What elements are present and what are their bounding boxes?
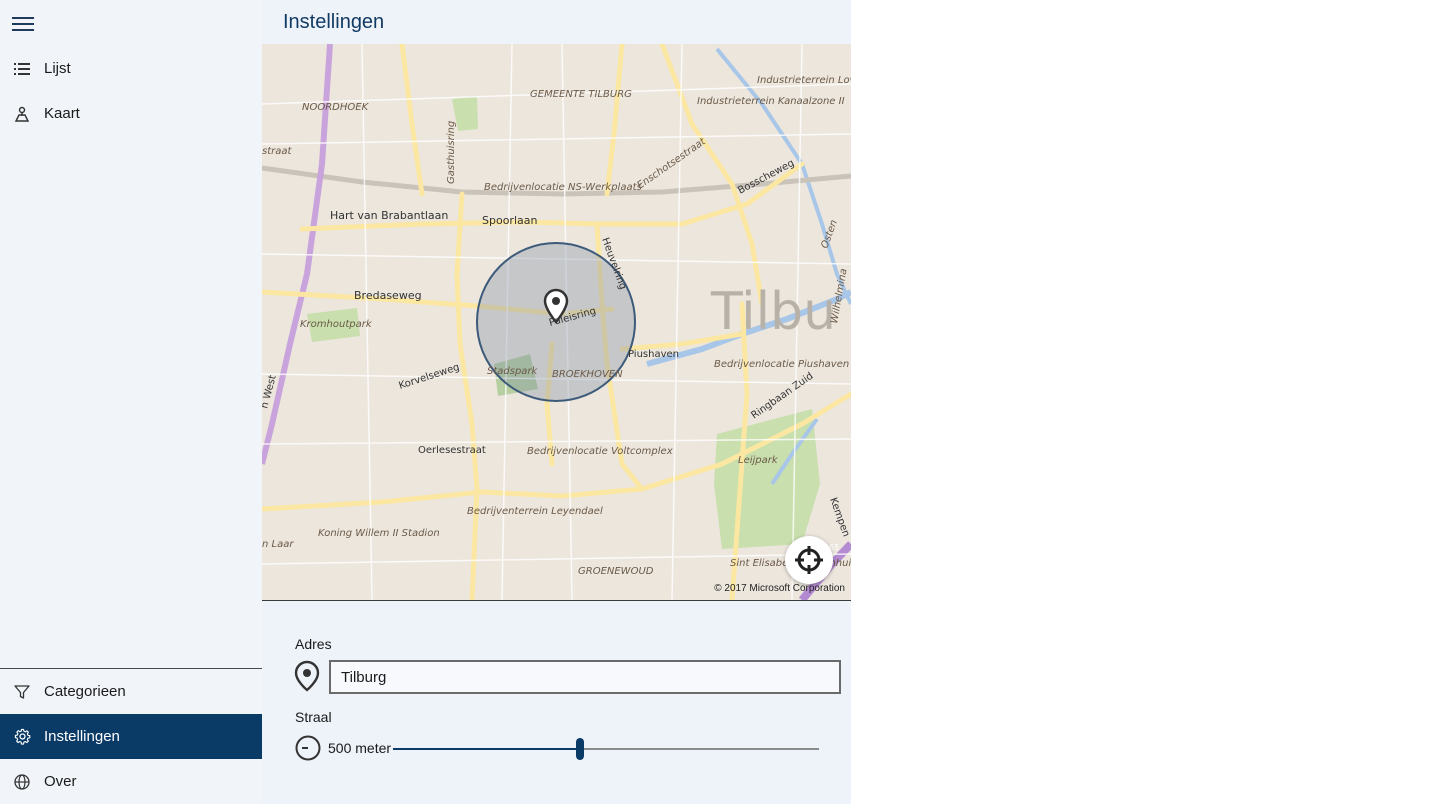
radius-dial-icon xyxy=(295,735,321,761)
map-view[interactable]: NOORDHOEK GEMEENTE TILBURG Industrieterr… xyxy=(262,44,851,600)
map-label: Tilbu xyxy=(710,282,836,342)
hamburger-icon[interactable] xyxy=(12,14,34,34)
map-label: Industrieterrein Love xyxy=(757,75,851,86)
slider-thumb[interactable] xyxy=(576,738,585,760)
radius-label: Straal xyxy=(295,709,332,725)
nav-item-lijst[interactable]: Lijst xyxy=(0,46,262,91)
page-title: Instellingen xyxy=(283,11,385,33)
list-icon xyxy=(0,62,44,75)
map-label: Bedrijventerrein Leyendael xyxy=(467,506,603,517)
settings-page: Instellingen NOORDHOEK GEMEENTE TILBURG … xyxy=(262,0,851,804)
map-label: straat xyxy=(262,146,292,157)
nav-item-categorieen[interactable]: Categorieen xyxy=(0,669,262,714)
map-label: BROEKHOVEN xyxy=(552,369,623,380)
address-label: Adres xyxy=(295,636,332,652)
nav-item-instellingen[interactable]: Instellingen xyxy=(0,714,262,759)
map-label: NOORDHOEK xyxy=(302,102,370,113)
map-divider xyxy=(262,600,851,601)
nav-item-kaart[interactable]: Kaart xyxy=(0,91,262,136)
map-label: Industrieterrein Kanaalzone II xyxy=(697,96,845,107)
map-label: Kromhoutpark xyxy=(300,319,373,330)
nav-item-label: Instellingen xyxy=(44,728,120,745)
map-label: Oerlesestraat xyxy=(418,445,486,456)
radius-value: 500 meter xyxy=(328,740,392,756)
address-input[interactable] xyxy=(329,660,841,694)
gear-icon xyxy=(0,728,44,745)
map-icon xyxy=(0,106,44,122)
slider-fill xyxy=(393,748,581,750)
map-label: GEMEENTE TILBURG xyxy=(530,89,632,100)
filter-icon xyxy=(0,684,44,700)
navigation-pane: Lijst Kaart Categorieen Instellingen Ove… xyxy=(0,0,262,804)
map-label: Gasthuisring xyxy=(446,121,457,184)
nav-item-label: Kaart xyxy=(44,105,80,122)
nav-item-over[interactable]: Over xyxy=(0,759,262,804)
map-label: Stadspark xyxy=(487,366,539,377)
nav-item-label: Lijst xyxy=(44,60,71,77)
location-pin-icon xyxy=(294,660,320,692)
nav-item-label: Categorieen xyxy=(44,683,126,700)
map-label: Bedrijvenlocatie Voltcomplex xyxy=(527,446,673,457)
map-label: n Laar xyxy=(262,539,294,550)
crosshair-icon xyxy=(795,546,823,574)
nav-item-label: Over xyxy=(44,773,77,790)
globe-icon xyxy=(0,773,44,790)
locate-me-button[interactable] xyxy=(785,536,833,584)
map-canvas: NOORDHOEK GEMEENTE TILBURG Industrieterr… xyxy=(262,44,851,600)
map-label: Spoorlaan xyxy=(482,214,537,227)
map-label: Piushaven xyxy=(628,349,679,360)
map-label: GROENEWOUD xyxy=(578,566,654,577)
map-label: Bedrijvenlocatie NS-Werkplaats xyxy=(484,182,642,193)
map-label: Bredaseweg xyxy=(354,289,422,302)
map-label: Hart van Brabantlaan xyxy=(330,209,448,222)
map-copyright: © 2017 Microsoft Corporation xyxy=(714,583,845,594)
radius-slider[interactable] xyxy=(393,738,819,760)
map-label: Bedrijvenlocatie Piushaven xyxy=(714,359,849,370)
map-label: Leijpark xyxy=(738,455,779,466)
map-label: Koning Willem II Stadion xyxy=(318,528,440,539)
